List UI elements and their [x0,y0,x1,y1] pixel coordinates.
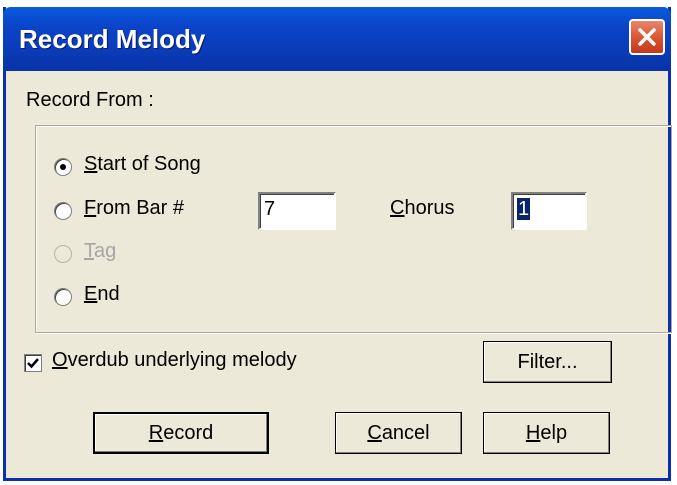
overdub-text: verdub underlying melody [67,349,297,371]
tag-mnemonic: T [84,240,94,262]
from-bar-input[interactable]: 7 [258,192,336,230]
checkmark-icon [27,358,39,369]
help-mnemonic: H [525,421,541,444]
cancel-button-label: ancel [381,421,430,444]
overdub-label[interactable]: Overdub underlying melody [52,349,297,372]
overdub-checkbox[interactable] [24,354,42,372]
tag-label: Tag [84,240,116,263]
chorus-value: 1 [517,198,531,220]
record-melody-dialog: Record Melody Record From : Start of Son… [3,7,672,481]
chorus-text: horus [404,197,455,219]
record-button[interactable]: Record [93,412,269,454]
start-of-song-radio[interactable] [54,158,72,176]
end-mnemonic: E [84,283,98,305]
record-mnemonic: R [148,421,164,444]
filter-button-label: Filter... [517,350,578,373]
from-bar-radio[interactable] [54,202,72,220]
from-bar-label[interactable]: From Bar # [84,197,184,220]
record-button-label: ecord [163,421,214,444]
end-radio[interactable] [54,288,72,306]
filter-button[interactable]: Filter... [483,341,612,383]
overdub-mnemonic: O [52,349,68,371]
record-from-group: Start of Song From Bar # 7 Chorus 1 Tag … [35,125,672,333]
start-of-song-mnemonic: S [84,153,98,175]
help-button-label: elp [540,421,568,444]
chorus-mnemonic: C [390,197,405,219]
chorus-input[interactable]: 1 [511,192,587,230]
close-button[interactable] [629,19,665,55]
tag-radio[interactable] [54,245,72,263]
from-bar-text: rom Bar # [96,197,185,219]
help-button[interactable]: Help [483,412,610,454]
chorus-label: Chorus [390,197,454,220]
from-bar-mnemonic: F [84,197,97,219]
end-text: nd [97,283,120,305]
start-of-song-label[interactable]: Start of Song [84,153,201,176]
end-label[interactable]: End [84,283,120,306]
dialog-title: Record Melody [19,24,206,54]
cancel-mnemonic: C [367,421,382,444]
cancel-button[interactable]: Cancel [335,412,462,454]
tag-text: ag [94,240,117,262]
title-bar[interactable]: Record Melody [3,7,671,71]
close-icon [638,28,656,46]
start-of-song-text: tart of Song [97,153,201,175]
record-from-label: Record From : [26,89,154,111]
